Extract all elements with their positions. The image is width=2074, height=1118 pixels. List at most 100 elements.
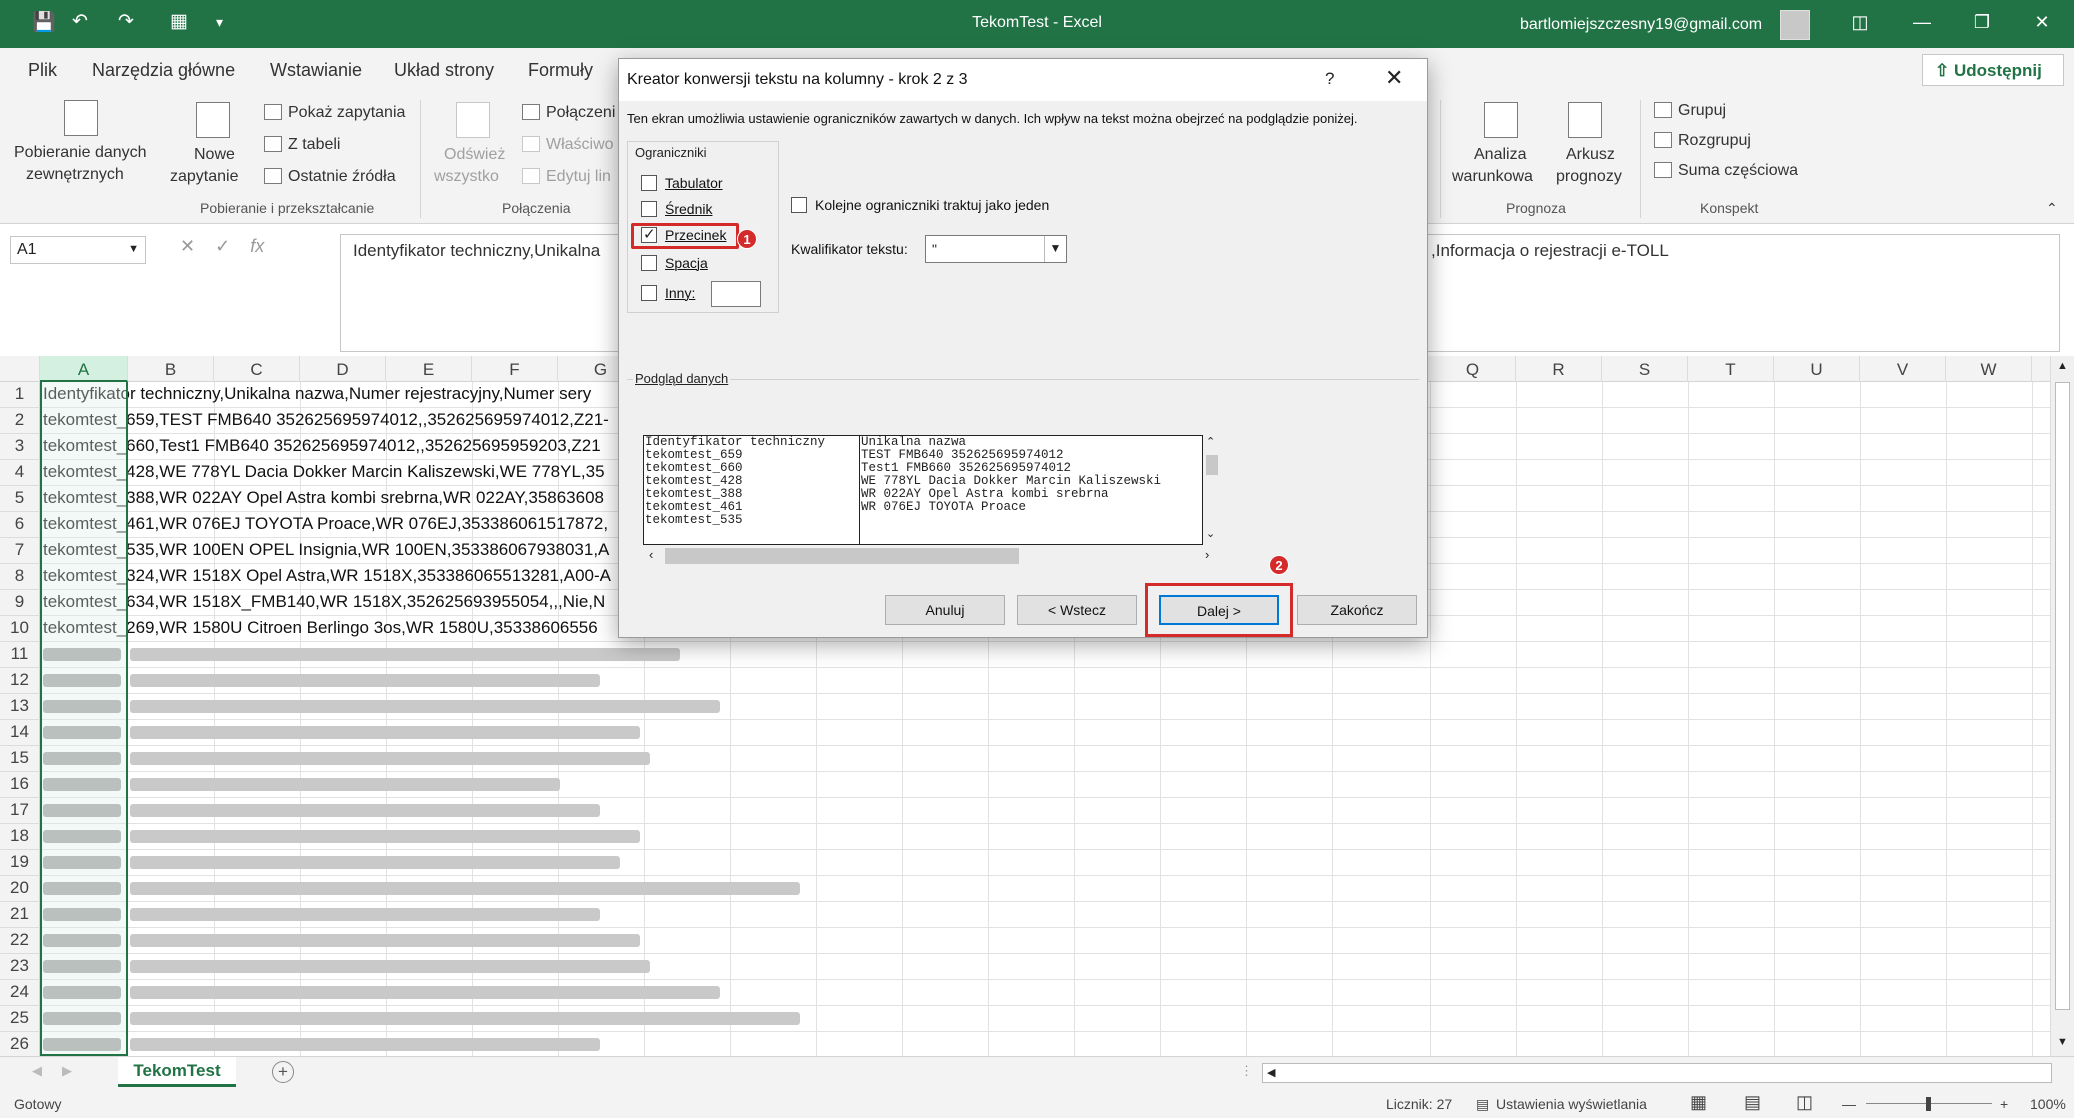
row-header[interactable]: 10 (0, 616, 40, 642)
cancel-button[interactable]: Anuluj (885, 595, 1005, 625)
blurred-cell[interactable] (130, 726, 640, 739)
from-table-button[interactable]: Z tabeli (288, 136, 340, 154)
row-header[interactable]: 2 (0, 408, 40, 434)
connections-button[interactable]: Połączeni (546, 104, 615, 122)
page-break-view-icon[interactable]: ◫ (1796, 1092, 1813, 1113)
zoom-out-icon[interactable]: — (1842, 1096, 1856, 1112)
forecast-label-1[interactable]: Arkusz (1566, 146, 1615, 164)
chevron-down-icon[interactable]: ⌄ (1206, 527, 1215, 540)
vertical-scrollbar[interactable]: ▲ ▼ (2050, 356, 2074, 1056)
display-settings-icon[interactable]: ▤ (1476, 1096, 1489, 1113)
row-header[interactable]: 5 (0, 486, 40, 512)
blurred-cell[interactable] (130, 986, 720, 999)
collapse-ribbon-icon[interactable]: ⌃ (2046, 200, 2058, 217)
column-header-b[interactable]: B (128, 356, 214, 382)
preview-scroll-thumb[interactable] (1206, 455, 1218, 475)
chevron-left-icon[interactable]: ‹ (649, 547, 653, 562)
row-header[interactable]: 19 (0, 850, 40, 876)
sheet-tab-tekomtest[interactable]: TekomTest (118, 1057, 236, 1087)
column-header-r[interactable]: R (1516, 356, 1602, 382)
row-header[interactable]: 6 (0, 512, 40, 538)
row-header[interactable]: 23 (0, 954, 40, 980)
forecast-label-2[interactable]: prognozy (1556, 168, 1622, 186)
preview-hscroll-thumb[interactable] (665, 548, 1019, 564)
row-header[interactable]: 13 (0, 694, 40, 720)
row-header[interactable]: 26 (0, 1032, 40, 1058)
row-header[interactable]: 11 (0, 642, 40, 668)
edit-links-button[interactable]: Edytuj lin (546, 168, 611, 186)
user-email[interactable]: bartlomiejszczesny19@gmail.com (1520, 16, 1762, 34)
add-sheet-icon[interactable]: + (272, 1061, 294, 1083)
data-preview[interactable]: Identyfikator techniczny tekomtest_659 tek… (643, 435, 1203, 545)
row-header[interactable]: 12 (0, 668, 40, 694)
refresh-all-label-2[interactable]: wszystko (434, 168, 499, 186)
row-header[interactable]: 21 (0, 902, 40, 928)
blurred-cell[interactable] (130, 752, 650, 765)
tab-page-layout[interactable]: Układ strony (394, 60, 494, 81)
restore-icon[interactable]: ❐ (1962, 12, 2002, 33)
page-layout-view-icon[interactable]: ▤ (1744, 1092, 1761, 1113)
semicolon-checkbox[interactable] (641, 201, 657, 217)
blurred-cell[interactable] (130, 960, 650, 973)
blurred-cell[interactable] (130, 648, 680, 661)
tab-file[interactable]: Plik (28, 60, 57, 81)
tab-checkbox-label[interactable]: Tabulator (665, 175, 723, 191)
column-header-v[interactable]: V (1860, 356, 1946, 382)
blurred-cell[interactable] (130, 674, 600, 687)
back-button[interactable]: < Wstecz (1017, 595, 1137, 625)
chevron-right-icon[interactable]: › (1205, 547, 1209, 562)
blurred-cell[interactable] (130, 856, 620, 869)
preview-horizontal-scrollbar[interactable]: ‹ › (643, 545, 1221, 567)
row-header[interactable]: 4 (0, 460, 40, 486)
blurred-cell[interactable] (130, 882, 800, 895)
split-handle-icon[interactable]: ⋮ (1240, 1063, 1253, 1079)
consecutive-delimiters-label[interactable]: Kolejne ograniczniki traktuj jako jeden (815, 197, 1049, 213)
blurred-cell[interactable] (130, 700, 720, 713)
chevron-down-icon[interactable]: ▼ (1044, 236, 1066, 262)
zoom-slider-handle[interactable] (1926, 1097, 1931, 1111)
blurred-cell[interactable] (130, 830, 640, 843)
column-header-w[interactable]: W (1946, 356, 2032, 382)
tab-insert[interactable]: Wstawianie (270, 60, 362, 81)
row-header[interactable]: 3 (0, 434, 40, 460)
insert-function-icon[interactable]: fx (250, 236, 264, 256)
row-header[interactable]: 8 (0, 564, 40, 590)
column-header-d[interactable]: D (300, 356, 386, 382)
ungroup-button[interactable]: Rozgrupuj (1678, 132, 1751, 150)
scroll-left-icon[interactable]: ◀ (1267, 1066, 1275, 1079)
blurred-cell[interactable] (130, 908, 600, 921)
recent-sources-button[interactable]: Ostatnie źródła (288, 168, 396, 186)
row-header[interactable]: 14 (0, 720, 40, 746)
chevron-up-icon[interactable]: ⌃ (1206, 435, 1215, 448)
horizontal-scrollbar[interactable]: ◀ (1262, 1063, 2052, 1083)
name-box[interactable]: A1 ▼ (10, 236, 146, 264)
group-button[interactable]: Grupuj (1678, 102, 1726, 120)
row-header[interactable]: 17 (0, 798, 40, 824)
text-qualifier-select[interactable]: " ▼ (925, 235, 1067, 263)
blurred-cell[interactable] (130, 934, 640, 947)
consecutive-delimiters-checkbox[interactable] (791, 197, 807, 213)
get-external-data-label-1[interactable]: Pobieranie danych (14, 144, 147, 162)
row-header[interactable]: 15 (0, 746, 40, 772)
other-checkbox-label[interactable]: Inny: (665, 285, 695, 301)
tab-home[interactable]: Narzędzia główne (92, 60, 235, 81)
new-query-label-1[interactable]: Nowe (194, 146, 235, 164)
cell-a-text[interactable]: tekomtest_324,WR 1518X Opel Astra,WR 151… (43, 566, 611, 586)
new-query-label-2[interactable]: zapytanie (170, 168, 239, 186)
tab-formulas[interactable]: Formuły (528, 60, 593, 81)
refresh-all-label-1[interactable]: Odśwież (444, 146, 505, 164)
blurred-cell[interactable] (130, 804, 600, 817)
preview-column-1[interactable]: Identyfikator techniczny tekomtest_659 tek… (644, 436, 860, 544)
properties-button[interactable]: Właściwo (546, 136, 614, 154)
get-external-data-label-2[interactable]: zewnętrznych (26, 166, 124, 184)
cancel-icon[interactable]: ✕ (180, 236, 195, 256)
space-checkbox-label[interactable]: Spacja (665, 255, 708, 271)
show-queries-button[interactable]: Pokaż zapytania (288, 104, 405, 122)
help-button[interactable]: ? (1325, 69, 1334, 89)
row-header[interactable]: 24 (0, 980, 40, 1006)
avatar[interactable] (1780, 10, 1810, 40)
row-header[interactable]: 9 (0, 590, 40, 616)
scroll-thumb[interactable] (2055, 382, 2070, 1010)
column-header-q[interactable]: Q (1430, 356, 1516, 382)
column-header-c[interactable]: C (214, 356, 300, 382)
